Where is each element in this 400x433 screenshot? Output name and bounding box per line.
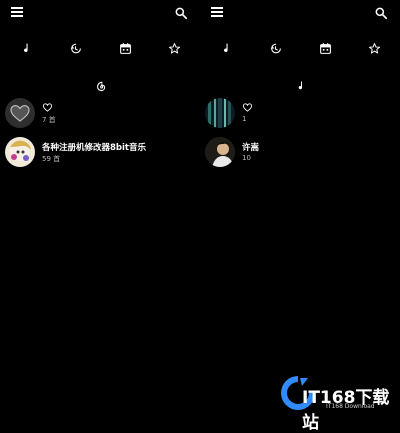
list-item-title: 许嵩 [242, 143, 260, 153]
tab-music[interactable] [18, 40, 34, 56]
history-icon [270, 43, 281, 53]
artist-avatar [205, 137, 235, 167]
tab-bar [200, 40, 400, 58]
menu-icon[interactable] [11, 7, 23, 17]
calendar-icon [319, 42, 331, 54]
search-icon[interactable] [174, 5, 188, 20]
music-note-icon [294, 79, 308, 93]
heart-icon [42, 103, 53, 112]
liked-playlist-cover [5, 98, 35, 128]
music-note-icon [23, 43, 28, 52]
tab-calendar[interactable] [317, 40, 333, 56]
tab-bar [0, 40, 200, 58]
watermark-subtext: IT168 Download [326, 403, 375, 410]
tab-history[interactable] [67, 40, 83, 56]
top-app-bar [0, 0, 200, 26]
heart-icon [10, 104, 30, 122]
heart-icon [242, 103, 253, 112]
tab-calendar[interactable] [117, 40, 133, 56]
star-icon [368, 42, 380, 54]
list-item-count: 7 首 [42, 116, 56, 124]
list-item[interactable]: 许嵩 10 [205, 137, 395, 167]
netease-cloud-icon [94, 79, 108, 93]
list-item[interactable]: 各种注册机修改器8bit音乐 59 首 [5, 137, 195, 167]
star-icon [168, 42, 180, 54]
right-pane: 1 许嵩 10 [200, 0, 400, 415]
history-icon [70, 43, 81, 53]
calendar-icon [119, 42, 131, 54]
menu-icon[interactable] [211, 7, 223, 17]
list-item-count: 1 [242, 115, 247, 123]
list-item[interactable]: 1 [205, 98, 395, 128]
list-item-count: 10 [242, 154, 251, 162]
tab-history[interactable] [267, 40, 283, 56]
list-item-count: 59 首 [42, 155, 61, 163]
left-pane: 7 首 各种注册机修改器8bit音乐 59 首 [0, 0, 200, 415]
watermark: IT168下载站 IT168 Download [278, 373, 396, 433]
top-app-bar [200, 0, 400, 26]
tab-favorites[interactable] [166, 40, 182, 56]
liked-songs-cover [205, 98, 235, 128]
playlist-cover [5, 137, 35, 167]
list-item[interactable]: 7 首 [5, 98, 195, 128]
music-note-icon [223, 43, 228, 52]
list-item-title: 各种注册机修改器8bit音乐 [42, 143, 146, 153]
search-icon[interactable] [374, 5, 388, 20]
tab-music[interactable] [218, 40, 234, 56]
tab-favorites[interactable] [366, 40, 382, 56]
